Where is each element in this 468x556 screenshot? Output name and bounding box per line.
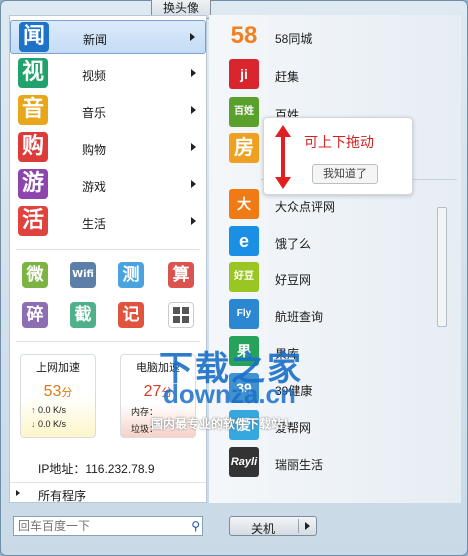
games-icon: 游 (18, 169, 48, 199)
chevron-right-icon[interactable] (305, 522, 310, 530)
download-rate: ↓ 0.0 K/s (31, 419, 67, 429)
dianping-logo-icon: 大 (229, 189, 259, 219)
category-life[interactable]: 活 生活 (10, 205, 206, 239)
site-haodou[interactable]: 好豆 好豆网 (229, 262, 439, 294)
plane-logo-icon: Fly (229, 299, 259, 329)
site-label: 赶集 (275, 70, 300, 84)
shredder-tool-icon[interactable]: 碎 (22, 302, 48, 328)
shopping-icon: 购 (18, 132, 48, 162)
category-shopping[interactable]: 购 购物 (10, 131, 206, 165)
chevron-right-icon (16, 490, 20, 496)
net-speed-box[interactable]: 上网加速 53分 ↑ 0.0 K/s ↓ 0.0 K/s (20, 354, 96, 438)
scrollbar-thumb[interactable] (437, 207, 447, 327)
site-ganji[interactable]: ji 赶集 (229, 59, 439, 91)
scrollbar[interactable] (435, 197, 449, 489)
arrow-down-icon: ↓ (31, 419, 36, 429)
upload-rate: ↑ 0.0 K/s (31, 405, 67, 415)
watermark-slogan: 国内最专业的软件下载站！ (151, 417, 296, 431)
site-label: 航班查询 (275, 310, 324, 324)
site-58[interactable]: 58 58同城 (229, 21, 439, 53)
all-programs-label: 所有程序 (38, 489, 87, 503)
start-menu-window: 换头像 闻 新闻 视 视频 音 音乐 购 购物 游 游戏 活 生活 微 Wifi… (0, 0, 468, 556)
chevron-right-icon (191, 69, 196, 77)
ip-address: IP地址：116.232.78.9 (38, 462, 155, 476)
category-label: 游戏 (82, 180, 107, 194)
search-input[interactable] (18, 518, 168, 534)
search-icon[interactable]: ⚲ (172, 519, 200, 533)
site-label: 瑞丽生活 (275, 458, 324, 472)
eleme-logo-icon: e (229, 226, 259, 256)
site-label: 好豆网 (275, 273, 312, 287)
got-it-button[interactable]: 我知道了 (312, 164, 378, 184)
baixing-logo-icon: 百姓 (229, 97, 259, 127)
category-label: 新闻 (83, 33, 108, 47)
house-logo-icon: 房 (229, 133, 259, 163)
screenshot-tool-icon[interactable]: 截 (70, 302, 96, 328)
tip-text: 可上下拖动 (304, 134, 374, 150)
grid-icon[interactable] (168, 302, 194, 328)
divider (16, 249, 200, 250)
haodou-logo-icon: 好豆 (229, 262, 259, 292)
category-label: 音乐 (82, 106, 107, 120)
shutdown-button[interactable]: 关机 (229, 516, 317, 536)
life-icon: 活 (18, 206, 48, 236)
arrow-up-icon: ↑ (31, 405, 36, 415)
category-label: 购物 (82, 143, 107, 157)
site-label: 饿了么 (275, 237, 312, 251)
wifi-tool-icon[interactable]: Wifi (70, 262, 96, 288)
chevron-right-icon (191, 180, 196, 188)
notes-tool-icon[interactable]: 记 (118, 302, 144, 328)
all-programs[interactable]: 所有程序 (10, 482, 206, 503)
net-speed-title: 上网加速 (36, 362, 80, 374)
weibo-tool-icon[interactable]: 微 (22, 262, 48, 288)
category-news[interactable]: 闻 新闻 (10, 20, 206, 54)
chevron-right-icon (191, 143, 196, 151)
video-icon: 视 (18, 58, 48, 88)
calculator-tool-icon[interactable]: 算 (168, 262, 194, 288)
speed-test-tool-icon[interactable]: 测 (118, 262, 144, 288)
site-label: 58同城 (275, 32, 313, 46)
music-icon: 音 (18, 95, 48, 125)
58-logo-icon: 58 (230, 22, 258, 49)
rayli-logo-icon: Rayli (229, 447, 259, 477)
net-speed-score: 53分 (43, 383, 73, 400)
watermark-domain: downza.cn (163, 379, 296, 409)
category-games[interactable]: 游 游戏 (10, 168, 206, 202)
category-label: 视频 (82, 69, 107, 83)
category-music[interactable]: 音 音乐 (10, 94, 206, 128)
vertical-arrow-icon (275, 125, 291, 189)
site-label: 大众点评网 (275, 200, 336, 214)
divider (298, 519, 299, 533)
chevron-right-icon (190, 33, 195, 41)
ganji-logo-icon: ji (229, 59, 259, 89)
site-eleme[interactable]: e 饿了么 (229, 226, 439, 258)
search-box: ⚲ (13, 516, 203, 536)
shutdown-label: 关机 (250, 522, 275, 536)
site-flight[interactable]: Fly 航班查询 (229, 299, 439, 331)
news-icon: 闻 (19, 22, 49, 52)
chevron-right-icon (191, 106, 196, 114)
chevron-right-icon (191, 217, 196, 225)
category-video[interactable]: 视 视频 (10, 57, 206, 91)
site-rayli[interactable]: Rayli 瑞丽生活 (229, 447, 439, 479)
category-label: 生活 (82, 217, 107, 231)
